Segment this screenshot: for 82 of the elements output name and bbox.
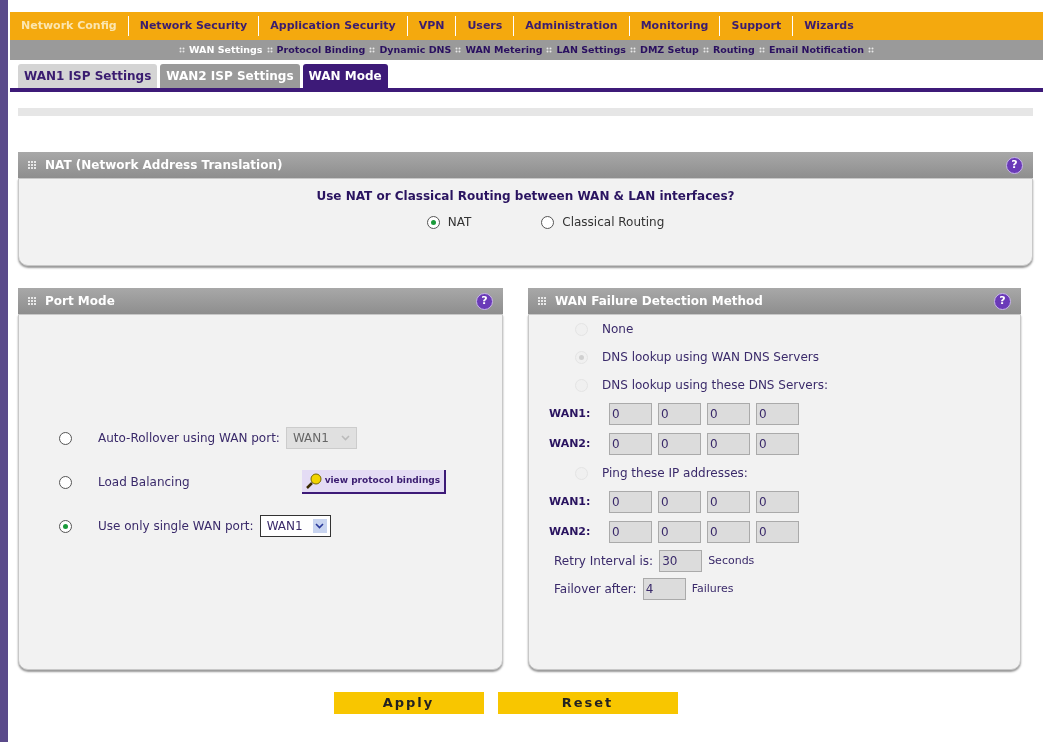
help-button[interactable]: ? — [994, 292, 1011, 310]
dots-icon — [868, 47, 874, 53]
input-field[interactable]: 0 — [658, 521, 701, 543]
option-label: Use only single WAN port: — [98, 518, 254, 535]
action-button[interactable]: Apply — [333, 692, 484, 714]
submenu-link[interactable]: DMZ Setup — [640, 42, 699, 58]
input-field[interactable]: 0 — [707, 433, 750, 455]
menu-tab[interactable]: Users — [456, 17, 514, 35]
input-field[interactable]: 0 — [707, 403, 750, 425]
question-text: Use NAT or Classical Routing between WAN & LAN interfaces? — [316, 188, 735, 205]
option-label: None — [602, 321, 634, 338]
menu-tab[interactable]: Monitoring — [629, 17, 720, 35]
submenu-link[interactable]: Routing — [712, 42, 755, 58]
input-field[interactable]: 0 — [756, 521, 799, 543]
grid-icon — [538, 296, 547, 306]
help-button[interactable]: ? — [476, 292, 493, 310]
menu-tab[interactable]: Administration — [514, 17, 629, 35]
chevron-icon — [315, 523, 325, 529]
unit-label: Seconds — [708, 552, 755, 569]
submenu-link[interactable]: Protocol Binding — [276, 42, 366, 58]
grid-icon — [28, 296, 37, 306]
menu-tab[interactable]: Network Security — [128, 17, 259, 35]
option-label: Ping these IP addresses: — [602, 465, 748, 482]
radio-button[interactable] — [426, 215, 440, 229]
magnifier-icon — [305, 473, 322, 489]
panel-title: NAT (Network Address Translation) — [45, 157, 284, 174]
input-field[interactable]: 0 — [707, 521, 750, 543]
tab[interactable]: WAN1 ISP Settings — [18, 64, 158, 88]
input-field[interactable]: 0 — [756, 491, 799, 513]
input-field[interactable]: 0 — [658, 433, 701, 455]
field-label: WAN1: — [549, 493, 592, 510]
input-field[interactable]: 0 — [707, 491, 750, 513]
option-label: DNS lookup using these DNS Servers: — [602, 377, 828, 394]
field-label: WAN2: — [549, 435, 592, 452]
dots-icon — [179, 47, 185, 53]
submenu-link[interactable]: Dynamic DNS — [379, 42, 452, 58]
action-button[interactable]: Reset — [497, 692, 678, 714]
dots-icon — [702, 47, 709, 53]
option-label: NAT — [447, 214, 472, 231]
option-label: DNS lookup using WAN DNS Servers — [602, 349, 819, 366]
dots-icon — [758, 47, 765, 53]
input-field[interactable]: 0 — [756, 403, 799, 425]
option-label: Classical Routing — [562, 214, 665, 231]
radio-button[interactable] — [59, 475, 72, 489]
menu-tab[interactable]: Support — [720, 17, 793, 35]
grid-icon — [28, 160, 37, 170]
option-label: Auto-Rollover using WAN port: — [98, 430, 280, 447]
dots-icon — [369, 47, 376, 53]
dropdown[interactable]: WAN1 — [259, 515, 331, 537]
field-label: Failover after: — [554, 581, 637, 598]
input-field[interactable]: 30 — [659, 550, 703, 572]
panel-title: Port Mode — [45, 293, 116, 310]
view-protocol-bindings-button[interactable]: view protocol bindings — [301, 470, 447, 494]
input-field[interactable]: 0 — [609, 433, 652, 455]
field-label: Retry Interval is: — [554, 553, 654, 570]
menu-tab[interactable]: Application Security — [259, 17, 407, 35]
field-label: WAN2: — [549, 523, 592, 540]
dots-icon — [630, 47, 636, 53]
dots-icon — [266, 47, 273, 53]
tab[interactable]: WAN Mode — [302, 64, 388, 88]
radio-button[interactable] — [541, 215, 555, 229]
menu-tab[interactable]: Wizards — [793, 17, 865, 35]
input-field[interactable]: 0 — [658, 491, 701, 513]
input-field[interactable]: 0 — [658, 403, 701, 425]
help-button[interactable]: ? — [1006, 156, 1023, 174]
submenu-link[interactable]: LAN Settings — [556, 42, 626, 58]
submenu-link[interactable]: Email Notification — [768, 42, 864, 58]
input-field[interactable]: 4 — [642, 578, 686, 600]
dots-icon — [546, 47, 553, 53]
menu-tab[interactable]: VPN — [407, 17, 456, 35]
radio-button[interactable] — [59, 519, 72, 533]
option-label: Load Balancing — [98, 474, 190, 491]
input-field[interactable]: 0 — [609, 491, 652, 513]
input-field[interactable]: 0 — [609, 521, 652, 543]
input-field[interactable]: 0 — [609, 403, 652, 425]
unit-label: Failures — [691, 580, 734, 597]
submenu-link[interactable]: WAN Metering — [465, 42, 543, 58]
panel-title: WAN Failure Detection Method — [555, 293, 764, 310]
chevron-icon — [341, 435, 351, 441]
field-label: WAN1: — [549, 405, 592, 422]
input-field[interactable]: 0 — [756, 433, 799, 455]
dots-icon — [455, 47, 462, 53]
